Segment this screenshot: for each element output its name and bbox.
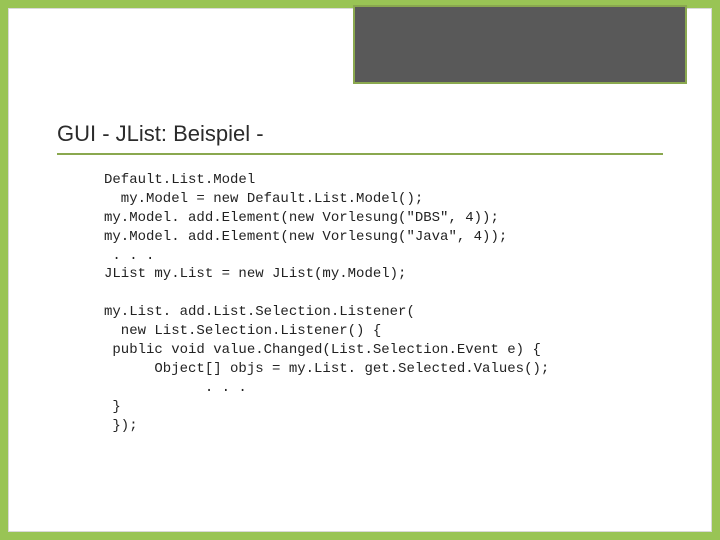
- code-line: my.Model. add.Element(new Vorlesung("DBS…: [104, 210, 499, 226]
- slide-title: GUI - JList: Beispiel -: [57, 121, 663, 153]
- code-line: my.List. add.List.Selection.Listener(: [104, 304, 415, 320]
- code-line: JList my.List = new JList(my.Model);: [104, 266, 406, 282]
- code-line: my.Model = new Default.List.Model();: [104, 191, 423, 207]
- code-line: my.Model. add.Element(new Vorlesung("Jav…: [104, 229, 507, 245]
- code-line: }: [104, 399, 121, 415]
- code-line: Default.List.Model: [104, 172, 255, 188]
- code-block: Default.List.Model my.Model = new Defaul…: [104, 171, 661, 435]
- code-line: . . .: [104, 380, 247, 396]
- code-line: });: [104, 418, 138, 434]
- code-line: . . .: [104, 248, 154, 264]
- code-line: new List.Selection.Listener() {: [104, 323, 381, 339]
- title-underline: [57, 153, 663, 155]
- code-line: public void value.Changed(List.Selection…: [104, 342, 541, 358]
- header-gray-block: [353, 5, 687, 84]
- code-line: Object[] objs = my.List. get.Selected.Va…: [104, 361, 549, 377]
- title-area: GUI - JList: Beispiel -: [57, 121, 663, 155]
- slide-outer: GUI - JList: Beispiel - Default.List.Mod…: [0, 0, 720, 540]
- slide-page: GUI - JList: Beispiel - Default.List.Mod…: [8, 8, 712, 532]
